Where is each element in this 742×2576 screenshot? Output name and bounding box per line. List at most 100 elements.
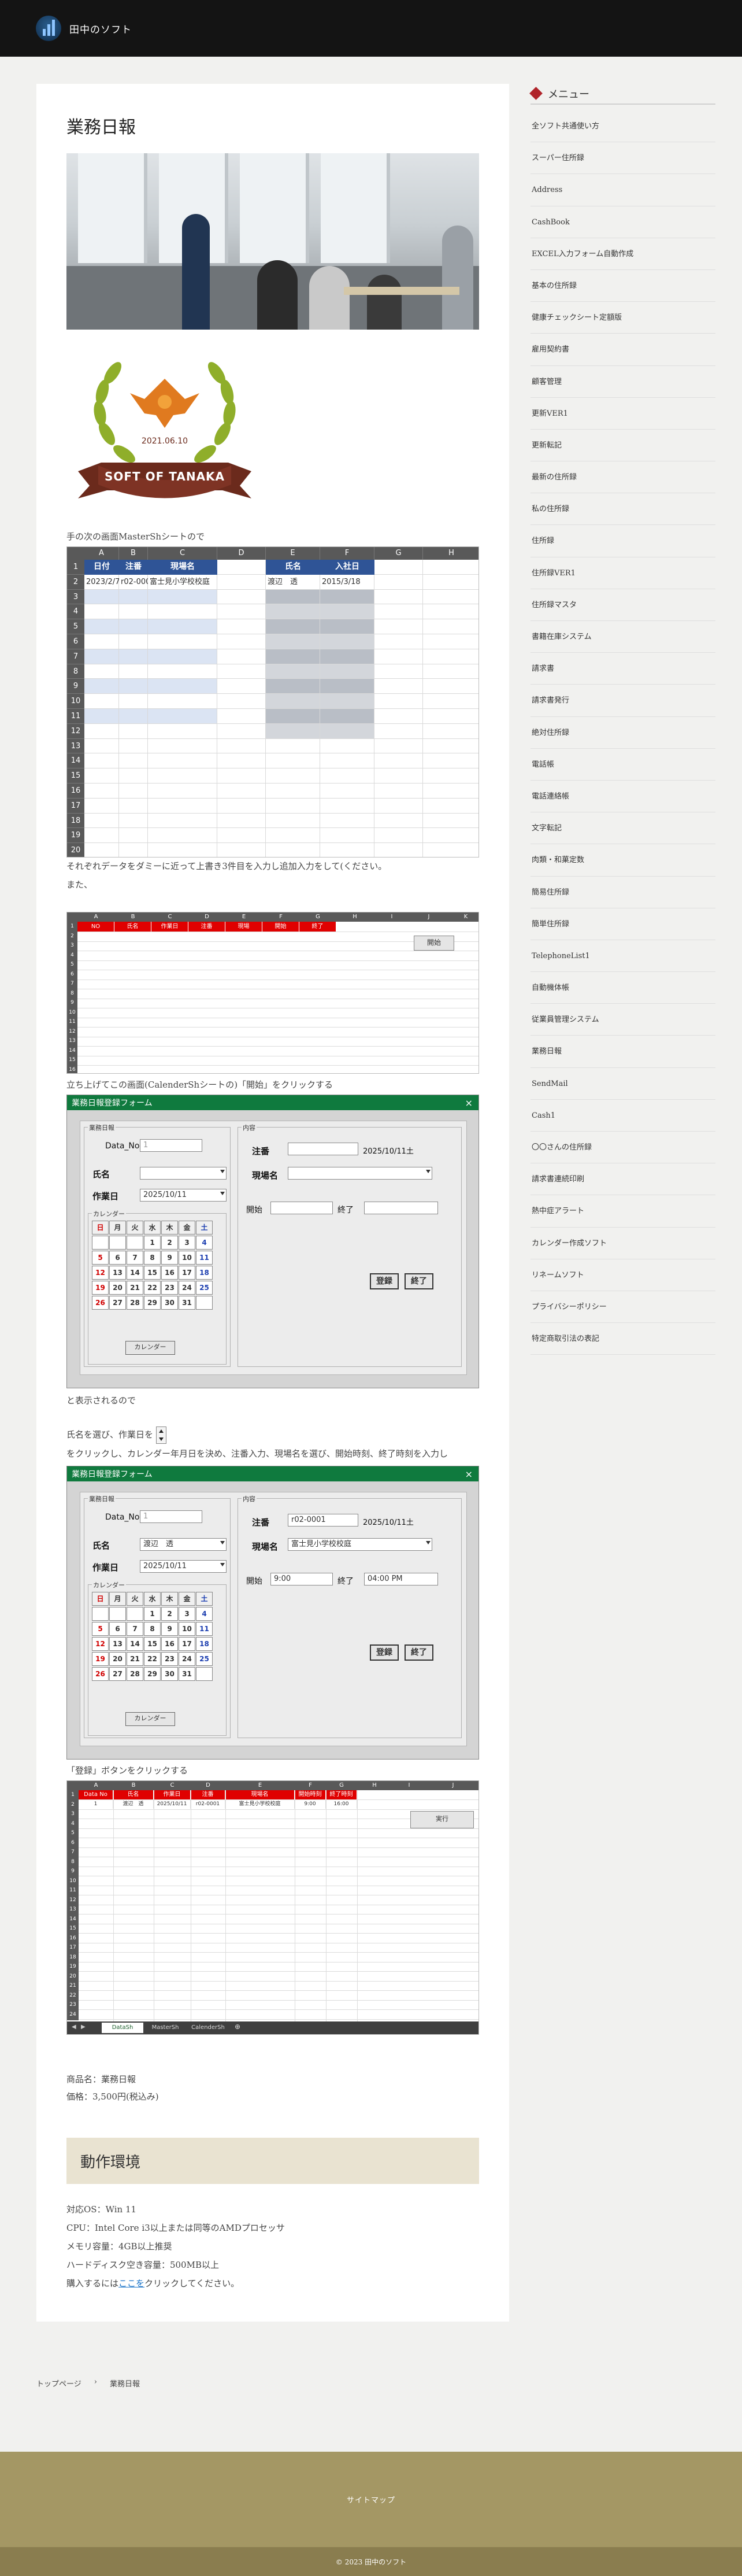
sidebar-item[interactable]: 更新VER1 [530, 398, 715, 430]
calendar-day[interactable]: 14 [127, 1637, 143, 1651]
sheet-tab[interactable]: CalenderSh [187, 2023, 229, 2033]
sidebar-item[interactable]: 最新の住所録 [530, 461, 715, 494]
buy-link[interactable]: ここを [118, 2278, 144, 2289]
calendar-day[interactable]: 24 [179, 1281, 195, 1295]
calendar-day[interactable]: 29 [144, 1296, 161, 1310]
calendar-day[interactable]: 25 [196, 1652, 213, 1666]
sidebar-item[interactable]: Cash1 [530, 1100, 715, 1132]
sidebar-item[interactable]: 文字転記 [530, 812, 715, 845]
calendar-day[interactable]: 20 [109, 1281, 126, 1295]
sidebar-item[interactable]: 更新転記 [530, 430, 715, 462]
calendar-day[interactable]: 16 [161, 1266, 178, 1280]
calendar-day[interactable]: 19 [92, 1281, 109, 1295]
calendar-day[interactable]: 4 [196, 1607, 213, 1621]
sidebar-item[interactable]: 住所録 [530, 525, 715, 557]
sidebar-item[interactable]: 請求書 [530, 653, 715, 685]
sidebar-item[interactable]: Address [530, 174, 715, 206]
sidebar-item[interactable]: CashBook [530, 206, 715, 238]
sidebar-item[interactable]: 〇〇さんの住所録 [530, 1132, 715, 1164]
end-time-field[interactable] [364, 1202, 438, 1214]
register-button[interactable]: 登録 [370, 1273, 399, 1289]
start-button[interactable]: 開始 [414, 936, 454, 951]
calendar-day[interactable]: 5 [92, 1251, 109, 1265]
calendar-day[interactable]: 30 [161, 1296, 178, 1310]
calendar-day[interactable]: 10 [179, 1622, 195, 1636]
tab-nav-right-icon[interactable]: ▶ [81, 2024, 86, 2030]
sitemap-link[interactable]: サイトマップ [347, 2494, 395, 2505]
finish-button[interactable]: 終了 [405, 1644, 433, 1661]
calendar-day[interactable]: 6 [109, 1622, 126, 1636]
sidebar-item[interactable]: スーパー住所録 [530, 142, 715, 175]
calendar-day[interactable]: 15 [144, 1637, 161, 1651]
calendar-day[interactable]: 27 [109, 1296, 126, 1310]
calendar-day[interactable]: 14 [127, 1266, 143, 1280]
date-field[interactable]: 2025/10/11 [140, 1189, 227, 1202]
sidebar-item[interactable]: 従業員管理システム [530, 1004, 715, 1036]
sidebar-item[interactable]: 住所録VER1 [530, 557, 715, 589]
calendar-day[interactable]: 23 [161, 1281, 178, 1295]
calendar-day[interactable]: 1 [144, 1607, 161, 1621]
calendar-day[interactable]: 19 [92, 1652, 109, 1666]
sidebar-item[interactable]: 雇用契約書 [530, 334, 715, 366]
sidebar-item[interactable]: 熱中症アラート [530, 1195, 715, 1228]
calendar-day[interactable]: 3 [179, 1607, 195, 1621]
calendar-day[interactable]: 11 [196, 1251, 213, 1265]
breadcrumb-home[interactable]: トップページ [36, 2378, 81, 2389]
calendar-day[interactable]: 25 [196, 1281, 213, 1295]
sidebar-item[interactable]: TelephoneList1 [530, 940, 715, 973]
order-field[interactable] [288, 1143, 358, 1155]
calendar-day[interactable]: 12 [92, 1637, 109, 1651]
calendar-day[interactable]: 26 [92, 1667, 109, 1681]
calendar-day[interactable]: 8 [144, 1251, 161, 1265]
calendar-day[interactable]: 22 [144, 1652, 161, 1666]
name-select[interactable] [140, 1167, 227, 1180]
calendar-day[interactable]: 23 [161, 1652, 178, 1666]
start-time-field[interactable]: 9:00 [270, 1573, 333, 1585]
calendar-day[interactable]: 3 [179, 1236, 195, 1250]
site-select[interactable]: 富士見小学校校庭 [288, 1538, 432, 1551]
calendar-day[interactable]: 9 [161, 1251, 178, 1265]
date-field[interactable]: 2025/10/11 [140, 1560, 227, 1573]
tab-nav-left-icon[interactable]: ◀ [72, 2024, 76, 2030]
sidebar-item[interactable]: 電話帳 [530, 749, 715, 781]
calendar-day[interactable]: 16 [161, 1637, 178, 1651]
calendar-day[interactable]: 10 [179, 1251, 195, 1265]
sidebar-item[interactable]: 絶対住所録 [530, 717, 715, 749]
calendar-day[interactable]: 6 [109, 1251, 126, 1265]
end-time-field[interactable]: 04:00 PM [364, 1573, 438, 1585]
sidebar-item[interactable]: 全ソフト共通使い方 [530, 110, 715, 143]
close-icon[interactable]: × [465, 1469, 473, 1480]
calendar-day[interactable]: 22 [144, 1281, 161, 1295]
calendar-day[interactable]: 4 [196, 1236, 213, 1250]
calendar-day[interactable]: 1 [144, 1236, 161, 1250]
name-select[interactable]: 渡辺 透 [140, 1538, 227, 1551]
sidebar-item[interactable]: 請求書連続印刷 [530, 1163, 715, 1196]
calendar-day[interactable]: 11 [196, 1622, 213, 1636]
site-logo-icon[interactable] [36, 16, 61, 41]
sidebar-item[interactable]: 簡単住所録 [530, 908, 715, 940]
calendar-day[interactable]: 9 [161, 1622, 178, 1636]
sidebar-item[interactable]: リネームソフト [530, 1259, 715, 1291]
calendar-day[interactable]: 26 [92, 1296, 109, 1310]
calendar-day[interactable]: 8 [144, 1622, 161, 1636]
sidebar-item[interactable]: 顧客管理 [530, 366, 715, 398]
calendar-day[interactable]: 27 [109, 1667, 126, 1681]
sidebar-item[interactable]: 健康チェックシート定額版 [530, 302, 715, 334]
calendar-day[interactable]: 29 [144, 1667, 161, 1681]
sidebar-item[interactable]: 基本の住所録 [530, 270, 715, 302]
calendar-day[interactable]: 13 [109, 1637, 126, 1651]
register-button[interactable]: 登録 [370, 1644, 399, 1661]
sidebar-item[interactable]: プライバシーポリシー [530, 1291, 715, 1324]
calendar-day[interactable]: 17 [179, 1266, 195, 1280]
sidebar-item[interactable]: 書籍在庫システム [530, 621, 715, 653]
execute-button[interactable]: 実行 [410, 1811, 474, 1828]
sheet-tab[interactable]: DataSh [102, 2023, 143, 2033]
calendar-day[interactable]: 21 [127, 1652, 143, 1666]
calendar-day[interactable]: 15 [144, 1266, 161, 1280]
data-no-field[interactable]: 1 [140, 1139, 202, 1152]
sidebar-item[interactable]: SendMail [530, 1068, 715, 1100]
start-time-field[interactable] [270, 1202, 333, 1214]
calendar-day[interactable]: 18 [196, 1266, 213, 1280]
calendar-day[interactable]: 2 [161, 1607, 178, 1621]
calendar-day[interactable]: 31 [179, 1296, 195, 1310]
